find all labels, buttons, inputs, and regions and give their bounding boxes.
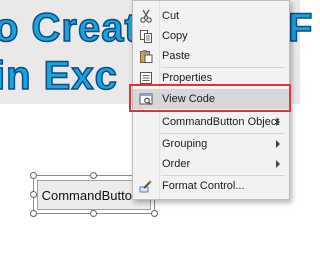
menu-item-grouping[interactable]: Grouping <box>133 134 289 154</box>
paste-icon <box>139 49 153 63</box>
banner-title-line1: o Creat <box>0 5 139 51</box>
menu-item-paste[interactable]: Paste <box>133 46 289 66</box>
properties-icon <box>139 71 153 85</box>
banner-title-line2: in Exc <box>0 53 118 99</box>
highlight-annotation-box <box>129 84 291 112</box>
submenu-arrow-icon <box>276 160 280 168</box>
resize-handle-sw[interactable] <box>30 210 37 217</box>
menu-item-label: Copy <box>162 30 188 42</box>
resize-handle-w[interactable] <box>30 191 37 198</box>
menu-item-copy[interactable]: Copy <box>133 26 289 46</box>
menu-item-order[interactable]: Order <box>133 154 289 174</box>
menu-item-label: Grouping <box>162 138 208 150</box>
menu-item-label: CommandButton Object <box>162 116 280 128</box>
banner-title-fragment: F <box>287 5 314 51</box>
submenu-arrow-icon <box>276 140 280 148</box>
format-control-icon <box>139 179 153 193</box>
submenu-arrow-icon <box>276 118 280 126</box>
menu-item-label: Cut <box>162 10 180 22</box>
scissors-icon <box>139 9 153 23</box>
resize-handle-s[interactable] <box>90 210 97 217</box>
menu-item-format-control[interactable]: Format Control... <box>133 176 289 196</box>
menu-item-label: Paste <box>162 50 191 62</box>
resize-handle-n[interactable] <box>90 172 97 179</box>
menu-item-cut[interactable]: Cut <box>133 6 289 26</box>
menu-item-label: Order <box>162 158 191 170</box>
menu-item-label: Properties <box>162 72 213 84</box>
resize-handle-nw[interactable] <box>30 172 37 179</box>
resize-handle-se[interactable] <box>151 210 158 217</box>
copy-icon <box>139 29 153 43</box>
menu-item-commandbutton-object[interactable]: CommandButton Object <box>133 112 289 132</box>
menu-item-label: Format Control... <box>162 180 245 192</box>
